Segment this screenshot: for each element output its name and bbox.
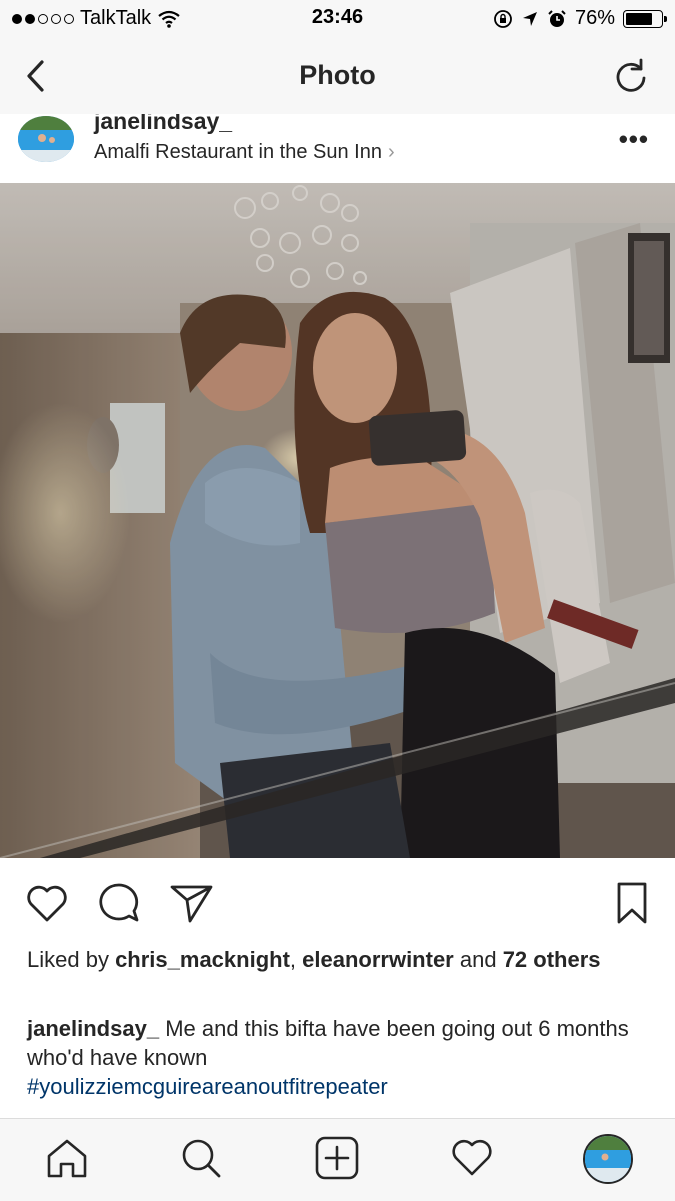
liked-by-user-1[interactable]: chris_macknight	[115, 947, 290, 972]
avatar[interactable]	[18, 116, 74, 162]
location-arrow-icon	[522, 11, 537, 26]
battery-icon	[623, 9, 667, 28]
refresh-icon[interactable]	[611, 56, 651, 96]
activity-heart-icon[interactable]	[449, 1135, 495, 1181]
profile-avatar[interactable]	[583, 1134, 633, 1184]
more-options-icon[interactable]: •••	[619, 124, 649, 155]
post-caption: janelindsay_ Me and this bifta have been…	[27, 1014, 647, 1101]
send-icon[interactable]	[168, 880, 214, 926]
likes-summary[interactable]: Liked by chris_macknight, eleanorrwinter…	[27, 945, 647, 974]
page-title: Photo	[299, 60, 376, 90]
heart-icon[interactable]	[24, 880, 70, 926]
chevron-right-icon: ›	[387, 141, 395, 163]
alarm-icon	[548, 9, 566, 27]
rotation-lock-icon	[494, 9, 512, 28]
comment-icon[interactable]	[96, 880, 142, 926]
navigation-bar: Photo	[0, 38, 675, 115]
caption-hashtag[interactable]: #youlizziemcguireareanoutfitrepeater	[27, 1074, 388, 1099]
tab-bar	[0, 1118, 675, 1201]
post-location[interactable]: Amalfi Restaurant in the Sun Inn ›	[94, 141, 395, 164]
truncated-comment-line	[27, 1108, 567, 1118]
post-username[interactable]: janelindsay_	[94, 114, 232, 135]
search-icon[interactable]	[178, 1135, 224, 1181]
likes-and: and	[453, 947, 503, 972]
likes-separator: ,	[289, 947, 303, 972]
status-bar: TalkTalk 23:46 76%	[0, 0, 675, 38]
post-actions	[0, 862, 675, 942]
battery-percent: 76%	[574, 7, 615, 29]
status-right: 76%	[493, 7, 667, 30]
caption-username[interactable]: janelindsay_	[27, 1016, 159, 1041]
bookmark-icon[interactable]	[609, 880, 655, 926]
location-label: Amalfi Restaurant in the Sun Inn	[94, 141, 382, 163]
likes-others-count[interactable]: 72 others	[503, 947, 601, 972]
post-header: janelindsay_ Amalfi Restaurant in the Su…	[0, 114, 675, 184]
add-post-icon[interactable]	[314, 1135, 360, 1181]
likes-prefix: Liked by	[27, 947, 116, 972]
post-photo[interactable]	[0, 183, 675, 858]
home-icon[interactable]	[44, 1135, 90, 1181]
liked-by-user-2[interactable]: eleanorrwinter	[302, 947, 454, 972]
